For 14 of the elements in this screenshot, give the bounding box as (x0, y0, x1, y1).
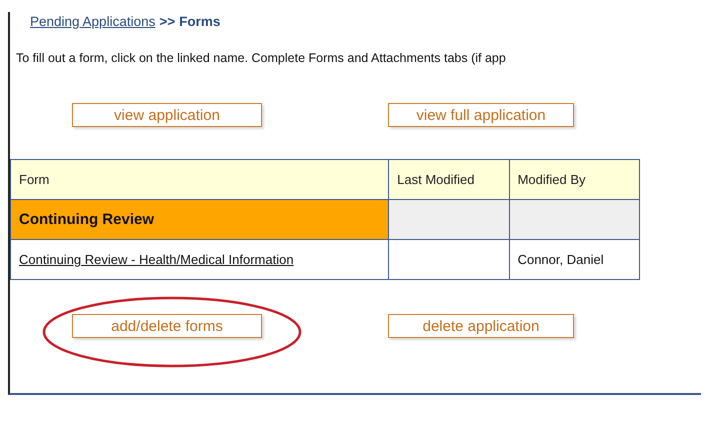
form-link[interactable]: Continuing Review - Health/Medical Information (19, 252, 294, 267)
column-header: Last Modified (388, 160, 510, 200)
column-header: Modified By (509, 160, 640, 200)
column-header: Form (10, 160, 389, 200)
page-title: Forms (179, 14, 220, 29)
action-button[interactable]: delete application (388, 314, 574, 338)
instructions-text: To fill out a form, click on the linked name. Complete Forms and Attachments tabs (if app (16, 51, 507, 65)
table-cell: Connor, Daniel (509, 240, 640, 280)
breadcrumb-separator: >> (159, 14, 176, 29)
action-button[interactable]: view application (72, 103, 262, 127)
group-header-cell: Continuing Review (10, 200, 389, 240)
add-delete-forms-button[interactable]: add/delete forms (72, 314, 262, 338)
breadcrumb-link[interactable]: Pending Applications (30, 14, 156, 29)
action-button[interactable]: view full application (388, 103, 574, 127)
